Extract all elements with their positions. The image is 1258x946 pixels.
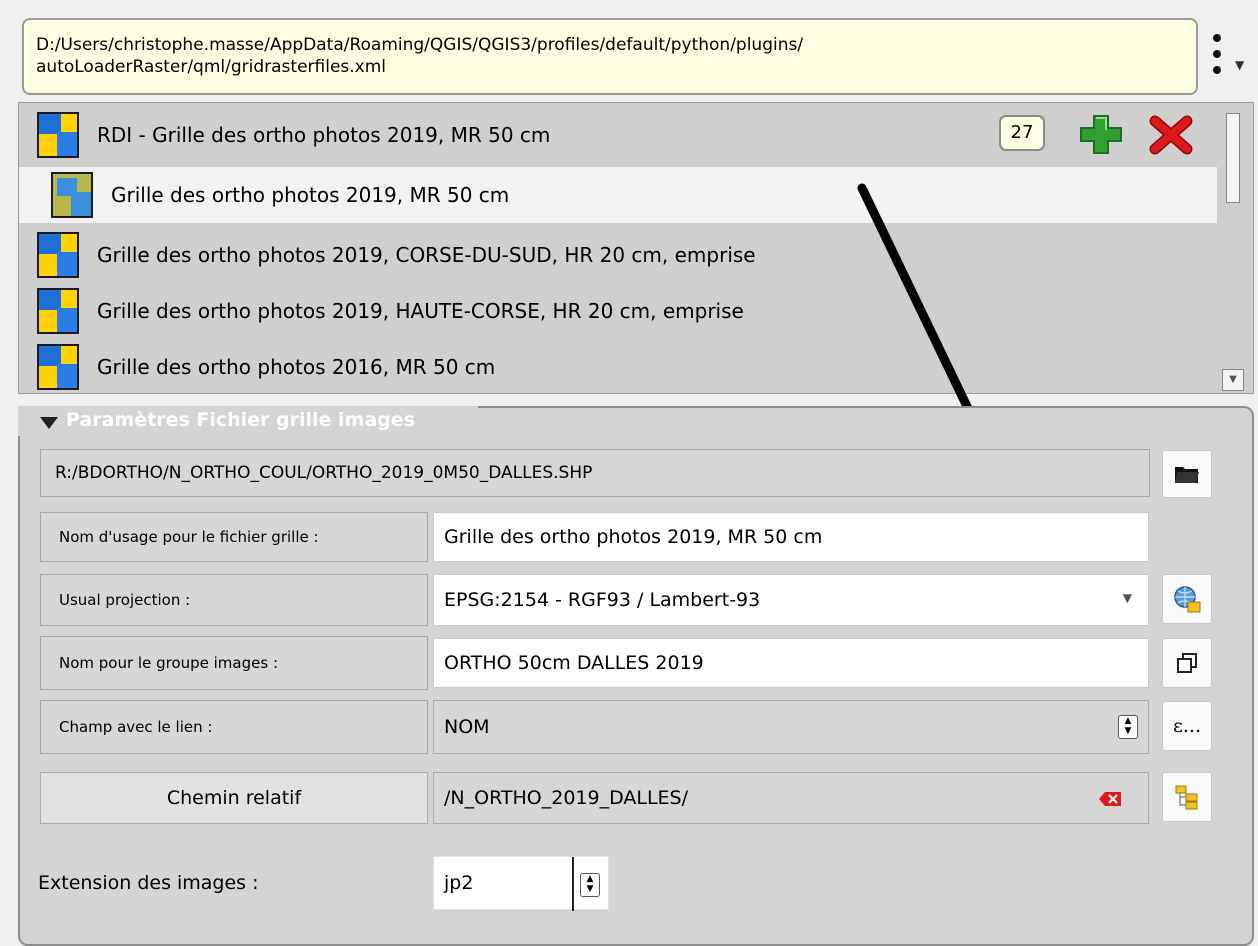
params-group-header[interactable]: Paramètres Fichier grille images bbox=[18, 406, 478, 436]
projection-picker-button[interactable] bbox=[1162, 574, 1212, 624]
expression-button[interactable]: ε... bbox=[1162, 701, 1212, 751]
nom-usage-label: Nom d'usage pour le fichier grille : bbox=[40, 512, 428, 562]
folder-tree-button[interactable] bbox=[1162, 772, 1212, 822]
extension-label: Extension des images : bbox=[38, 872, 259, 894]
spin-icon[interactable]: ▲ ▼ bbox=[1118, 715, 1138, 739]
groupe-label: Nom pour le groupe images : bbox=[40, 636, 428, 690]
chemin-relatif-button[interactable]: Chemin relatif bbox=[40, 772, 428, 824]
nom-usage-input[interactable]: Grille des ortho photos 2019, MR 50 cm bbox=[433, 512, 1149, 562]
globe-icon bbox=[1174, 586, 1201, 613]
copy-icon bbox=[1177, 653, 1197, 673]
champ-field-select[interactable]: NOM ▲ ▼ bbox=[433, 700, 1149, 754]
champ-value: NOM bbox=[444, 716, 490, 738]
chemin-input[interactable]: /N_ORTHO_2019_DALLES/ bbox=[433, 772, 1149, 824]
spin-icon[interactable]: ▲ ▼ bbox=[580, 873, 600, 897]
folder-tree-icon bbox=[1175, 785, 1198, 810]
chemin-value: /N_ORTHO_2019_DALLES/ bbox=[444, 787, 689, 809]
collapse-triangle-icon[interactable] bbox=[40, 417, 58, 429]
chevron-down-icon[interactable]: ▼ bbox=[1123, 591, 1132, 605]
projection-label: Usual projection : bbox=[40, 574, 428, 626]
projection-value: EPSG:2154 - RGF93 / Lambert-93 bbox=[444, 589, 761, 611]
champ-label: Champ avec le lien : bbox=[40, 700, 428, 754]
extension-input[interactable]: jp2 ▲ ▼ bbox=[433, 856, 609, 911]
shp-path-text: R:/BDORTHO/N_ORTHO_COUL/ORTHO_2019_0M50_… bbox=[55, 463, 593, 483]
clear-icon[interactable] bbox=[1098, 791, 1122, 807]
open-folder-button[interactable] bbox=[1162, 450, 1212, 498]
extension-value: jp2 bbox=[444, 872, 474, 894]
copy-button[interactable] bbox=[1162, 638, 1212, 688]
shp-path-field[interactable]: R:/BDORTHO/N_ORTHO_COUL/ORTHO_2019_0M50_… bbox=[40, 449, 1150, 497]
groupe-input[interactable]: ORTHO 50cm DALLES 2019 bbox=[433, 638, 1149, 688]
folder-icon bbox=[1175, 467, 1199, 483]
projection-select[interactable]: EPSG:2154 - RGF93 / Lambert-93 ▼ bbox=[433, 574, 1149, 626]
params-group-title: Paramètres Fichier grille images bbox=[66, 409, 415, 431]
